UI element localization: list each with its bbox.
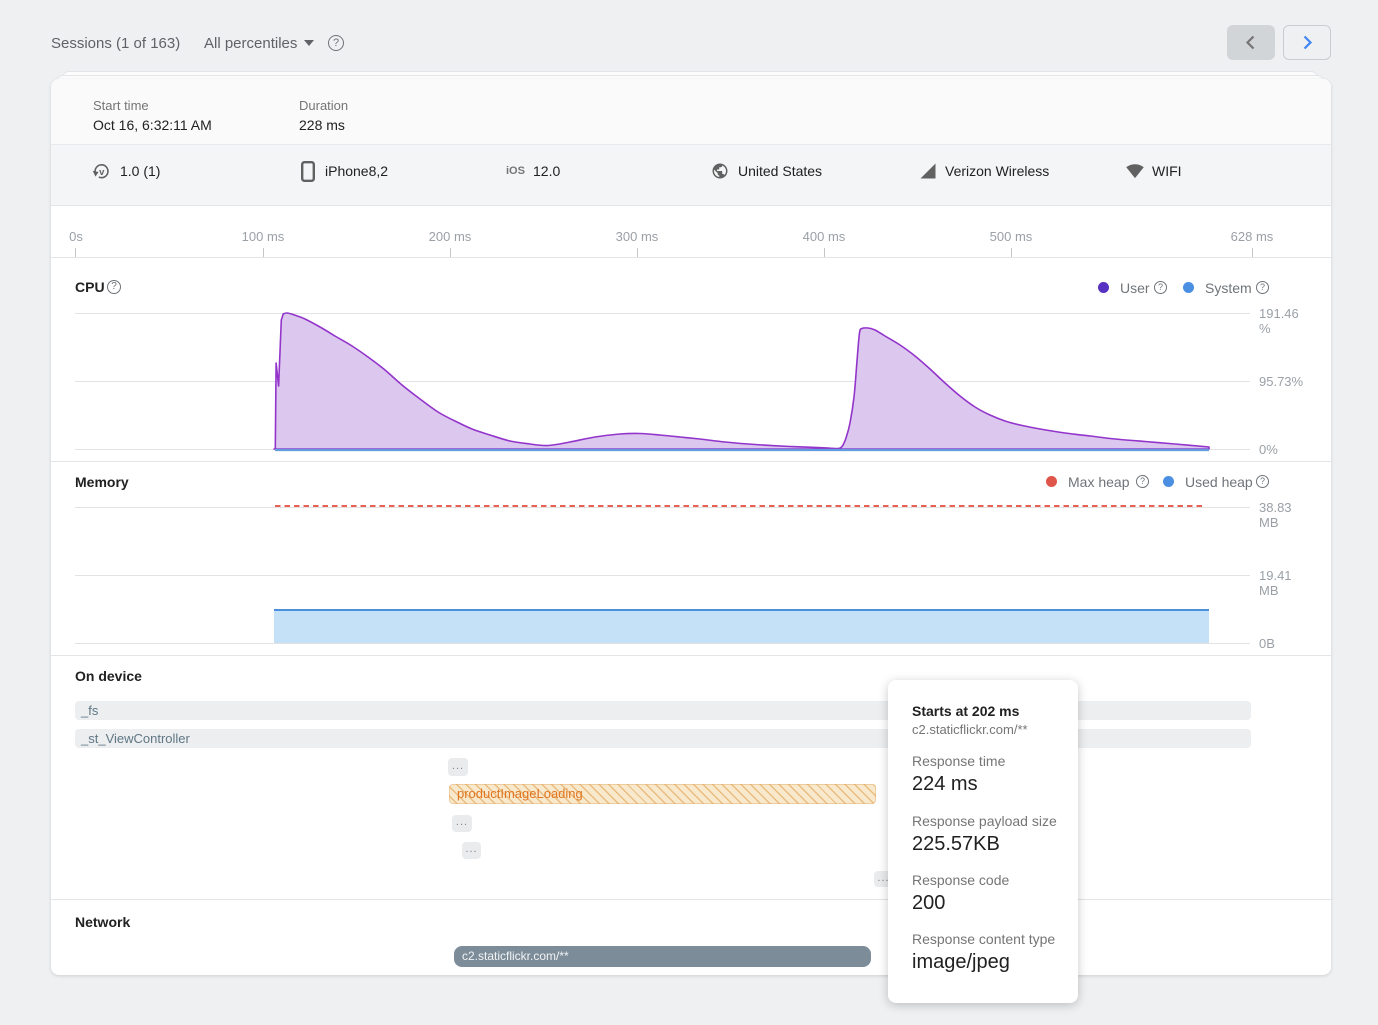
svg-text:v: v <box>99 167 105 178</box>
